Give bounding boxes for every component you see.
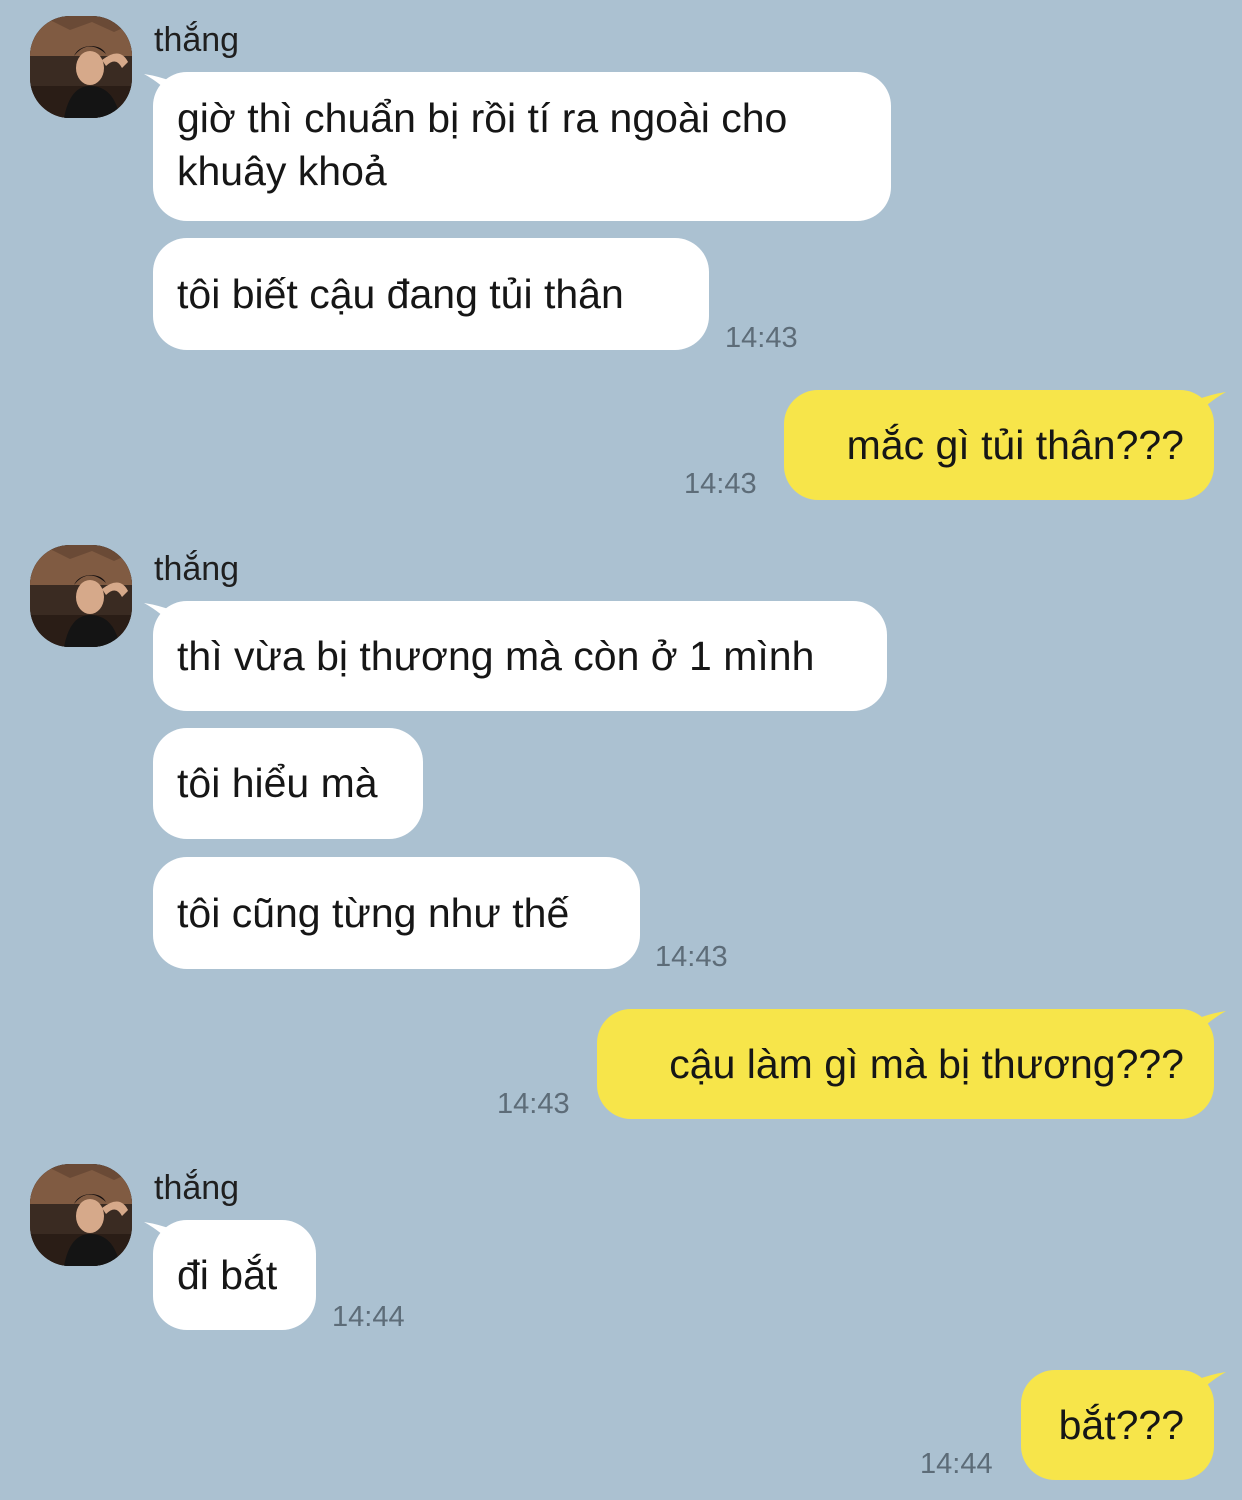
message-bubble[interactable]: cậu làm gì mà bị thương??? [597,1009,1214,1119]
message-bubble[interactable]: bắt??? [1021,1370,1214,1480]
message-timestamp: 14:44 [332,1301,405,1333]
avatar-photo-icon [30,16,132,118]
avatar-photo-icon [30,1164,132,1266]
message-text: giờ thì chuẩn bị rồi tí ra ngoài cho khu… [177,95,788,194]
contact-avatar[interactable] [30,545,132,647]
message-bubble[interactable]: thì vừa bị thương mà còn ở 1 mình [153,601,887,711]
message-bubble[interactable]: đi bắt [153,1220,316,1330]
sender-name: thắng [154,550,240,588]
avatar-photo-icon [30,545,132,647]
message-timestamp: 14:43 [684,468,757,500]
message-bubble[interactable]: giờ thì chuẩn bị rồi tí ra ngoài cho khu… [153,72,891,221]
contact-avatar[interactable] [30,1164,132,1266]
message-timestamp: 14:43 [655,941,728,973]
message-text: đi bắt [177,1251,278,1298]
message-text: bắt??? [1058,1401,1184,1448]
message-text: tôi cũng từng như thế [177,889,570,936]
message-text: cậu làm gì mà bị thương??? [669,1040,1184,1087]
message-text: tôi hiểu mà [177,760,378,806]
chat-thread[interactable]: thắng giờ thì chuẩn bị rồi tí ra ngoài c… [0,0,1242,1500]
message-timestamp: 14:44 [920,1448,993,1480]
message-bubble[interactable]: mắc gì tủi thân??? [784,390,1214,500]
message-timestamp: 14:43 [497,1088,570,1120]
message-text: thì vừa bị thương mà còn ở 1 mình [177,632,815,679]
sender-name: thắng [154,1169,240,1207]
sender-name: thắng [154,21,240,59]
contact-avatar[interactable] [30,16,132,118]
message-text: tôi biết cậu đang tủi thân [177,270,624,317]
bubble-tail-icon [1196,392,1226,416]
message-bubble[interactable]: tôi biết cậu đang tủi thân [153,238,709,350]
message-bubble[interactable]: tôi hiểu mà [153,728,423,839]
message-bubble[interactable]: tôi cũng từng như thế [153,857,640,969]
message-text: mắc gì tủi thân??? [846,421,1184,468]
bubble-tail-icon [1196,1372,1226,1396]
bubble-tail-icon [1196,1011,1226,1035]
message-timestamp: 14:43 [725,322,798,354]
